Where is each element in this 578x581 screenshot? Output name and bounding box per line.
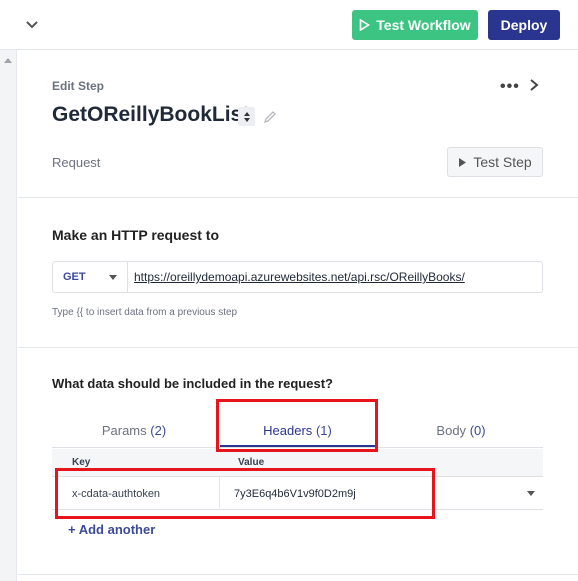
test-workflow-label: Test Workflow bbox=[376, 17, 471, 33]
header-value-field[interactable]: 7y3E6q4b6V1v9f0D2m9j bbox=[221, 477, 521, 510]
key-column-header: Key bbox=[72, 457, 91, 468]
insert-data-hint: Type {{ to insert data from a previous s… bbox=[52, 307, 238, 318]
deploy-button[interactable]: Deploy bbox=[488, 10, 560, 40]
value-column-header: Value bbox=[238, 457, 265, 468]
tab-headers-label: Headers bbox=[263, 422, 313, 438]
tab-body-label: Body bbox=[436, 422, 467, 438]
test-workflow-button[interactable]: Test Workflow bbox=[352, 10, 478, 40]
divider bbox=[18, 347, 578, 348]
sort-down-icon bbox=[243, 117, 250, 122]
request-data-heading: What data should be included in the requ… bbox=[52, 376, 333, 391]
tab-body[interactable]: Body (0) bbox=[379, 412, 543, 448]
scroll-up-arrow-icon[interactable] bbox=[4, 58, 12, 63]
http-method-value: GET bbox=[63, 271, 86, 283]
top-bar: Test Workflow Deploy bbox=[0, 0, 578, 50]
url-input[interactable]: https://oreillydemoapi.azurewebsites.net… bbox=[127, 261, 543, 293]
active-tab-indicator bbox=[220, 445, 375, 447]
play-icon bbox=[459, 157, 467, 167]
tab-body-count: (0) bbox=[469, 422, 486, 438]
test-step-button[interactable]: Test Step bbox=[447, 147, 543, 177]
divider bbox=[18, 574, 578, 575]
more-dots-icon[interactable]: ••• bbox=[500, 78, 520, 96]
url-value: https://oreillydemoapi.azurewebsites.net… bbox=[134, 270, 465, 284]
divider bbox=[18, 197, 578, 198]
pencil-icon[interactable] bbox=[263, 110, 277, 124]
deploy-label: Deploy bbox=[500, 17, 548, 33]
http-request-heading: Make an HTTP request to bbox=[52, 227, 220, 243]
edit-step-label: Edit Step bbox=[52, 79, 105, 93]
test-step-label: Test Step bbox=[473, 154, 532, 170]
sort-up-icon bbox=[243, 111, 250, 116]
caret-down-icon[interactable] bbox=[527, 491, 535, 496]
chevron-right-icon[interactable] bbox=[528, 78, 540, 92]
tab-params-count: (2) bbox=[150, 422, 167, 438]
tab-params-label: Params bbox=[101, 422, 147, 438]
step-selector-toggle[interactable] bbox=[238, 107, 255, 126]
caret-down-icon[interactable] bbox=[109, 275, 117, 280]
tab-params[interactable]: Params (2) bbox=[52, 412, 216, 448]
tab-headers-count: (1) bbox=[315, 422, 332, 438]
table-row: x-cdata-authtoken 7y3E6q4b6V1v9f0D2m9j bbox=[52, 477, 543, 510]
play-icon bbox=[359, 19, 371, 31]
header-key-field[interactable]: x-cdata-authtoken bbox=[52, 477, 220, 510]
step-title[interactable]: GetOReillyBookList bbox=[52, 103, 249, 127]
request-section-label: Request bbox=[52, 155, 101, 170]
tab-headers[interactable]: Headers (1) bbox=[220, 412, 375, 448]
scrollbar[interactable] bbox=[0, 50, 17, 581]
request-tabs: Params (2) Headers (1) Body (0) bbox=[52, 412, 543, 448]
add-another-button[interactable]: + Add another bbox=[68, 522, 155, 537]
headers-table-header: Key Value bbox=[52, 449, 543, 477]
chevron-down-icon[interactable] bbox=[22, 14, 42, 34]
